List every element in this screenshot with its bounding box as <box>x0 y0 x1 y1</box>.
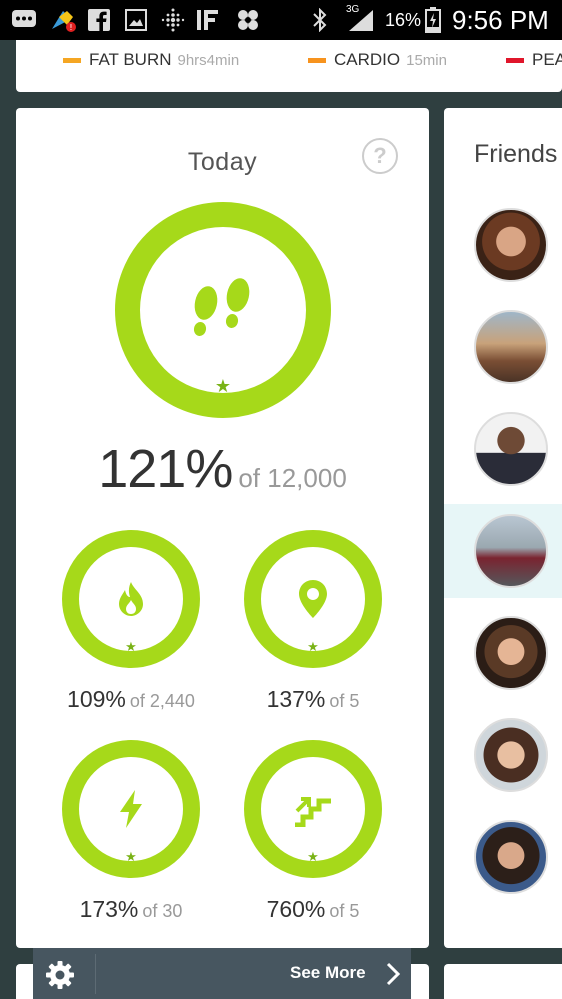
pinwheel-icon <box>234 7 262 33</box>
friend-row[interactable] <box>444 300 562 394</box>
messages-icon <box>10 7 38 33</box>
zone-label: FAT BURN <box>89 50 172 69</box>
help-button[interactable]: ? <box>362 138 398 174</box>
steps-ring[interactable]: ★ <box>115 202 331 418</box>
avatar <box>474 412 548 486</box>
goal-star-icon: ★ <box>125 850 137 865</box>
active-minutes-value: 173% of 30 <box>31 896 231 923</box>
goal-star-icon: ★ <box>125 640 137 655</box>
chevron-right-icon[interactable] <box>385 962 401 986</box>
signal-icon <box>346 7 376 33</box>
cleaner-app-icon: ! <box>48 7 78 33</box>
active-minutes-percent: 173% <box>79 896 139 922</box>
zone-duration: 9hrs4min <box>177 51 240 69</box>
calories-goal: of 2,440 <box>129 691 195 711</box>
friends-card[interactable]: Friends <box>444 108 562 948</box>
friend-row[interactable] <box>444 708 562 802</box>
clock: 9:56 PM <box>452 5 549 35</box>
stairs-icon <box>295 797 331 827</box>
distance-value: 137% of 5 <box>213 686 413 713</box>
avatar <box>474 208 548 282</box>
gear-icon[interactable] <box>45 960 75 990</box>
next-card-right <box>444 964 562 999</box>
steps-goal: of 12,000 <box>238 463 347 493</box>
floors-percent: 760% <box>266 896 326 922</box>
flame-icon <box>119 582 143 616</box>
bottom-toolbar: See More <box>33 948 411 999</box>
avatar <box>474 718 548 792</box>
distance-percent: 137% <box>266 686 326 712</box>
steps-percent: 121% <box>98 439 233 499</box>
distance-ring[interactable]: ★ <box>244 530 382 668</box>
avatar <box>474 820 548 894</box>
friend-row[interactable] <box>444 606 562 700</box>
ifttt-icon <box>196 7 226 33</box>
location-pin-icon <box>299 580 327 618</box>
floors-ring[interactable]: ★ <box>244 740 382 878</box>
status-bar: ! 3G 16% 9:56 PM <box>0 0 562 40</box>
bluetooth-icon <box>308 7 332 33</box>
calories-ring[interactable]: ★ <box>62 530 200 668</box>
lightning-icon <box>120 790 142 828</box>
heart-rate-zones-card[interactable]: FAT BURN 9hrs4min CARDIO 15min PEA <box>16 40 562 92</box>
friend-row[interactable] <box>444 402 562 496</box>
friend-row[interactable] <box>444 504 562 598</box>
calories-value: 109% of 2,440 <box>31 686 231 713</box>
zone-color-bar <box>63 57 81 63</box>
zone-fat-burn: FAT BURN 9hrs4min <box>63 50 239 70</box>
zone-cardio: CARDIO 15min <box>308 50 447 70</box>
today-card: Today ? ★ 121% of 12,000 ★ 109% of 2,440 ★ <box>16 108 429 948</box>
avatar <box>474 616 548 690</box>
avatar <box>474 514 548 588</box>
friend-row[interactable] <box>444 810 562 904</box>
zone-label: CARDIO <box>334 50 401 69</box>
zone-label: PEA <box>532 50 562 69</box>
distance-goal: of 5 <box>329 691 360 711</box>
footprints-icon <box>193 278 250 336</box>
battery-percent: 16% <box>385 10 422 30</box>
svg-text:!: ! <box>69 23 72 32</box>
floors-goal: of 5 <box>329 901 360 921</box>
see-more-button[interactable]: See More <box>290 963 366 983</box>
active-minutes-goal: of 30 <box>142 901 183 921</box>
zone-peak: PEA <box>506 50 562 70</box>
goal-star-icon: ★ <box>214 376 232 397</box>
calories-percent: 109% <box>67 686 126 712</box>
avatar <box>474 310 548 384</box>
fitbit-icon <box>160 7 186 33</box>
zone-duration: 15min <box>406 51 447 69</box>
gallery-icon <box>124 7 148 33</box>
floors-value: 760% of 5 <box>213 896 413 923</box>
friend-row[interactable] <box>444 198 562 292</box>
steps-value: 121% of 12,000 <box>16 438 429 500</box>
divider <box>95 954 96 994</box>
facebook-icon <box>86 7 112 33</box>
battery-charging-icon <box>424 7 442 33</box>
friends-title: Friends <box>474 140 558 168</box>
zone-color-bar <box>506 57 524 63</box>
goal-star-icon: ★ <box>307 640 319 655</box>
goal-star-icon: ★ <box>307 850 319 865</box>
zone-color-bar <box>308 57 326 63</box>
active-minutes-ring[interactable]: ★ <box>62 740 200 878</box>
